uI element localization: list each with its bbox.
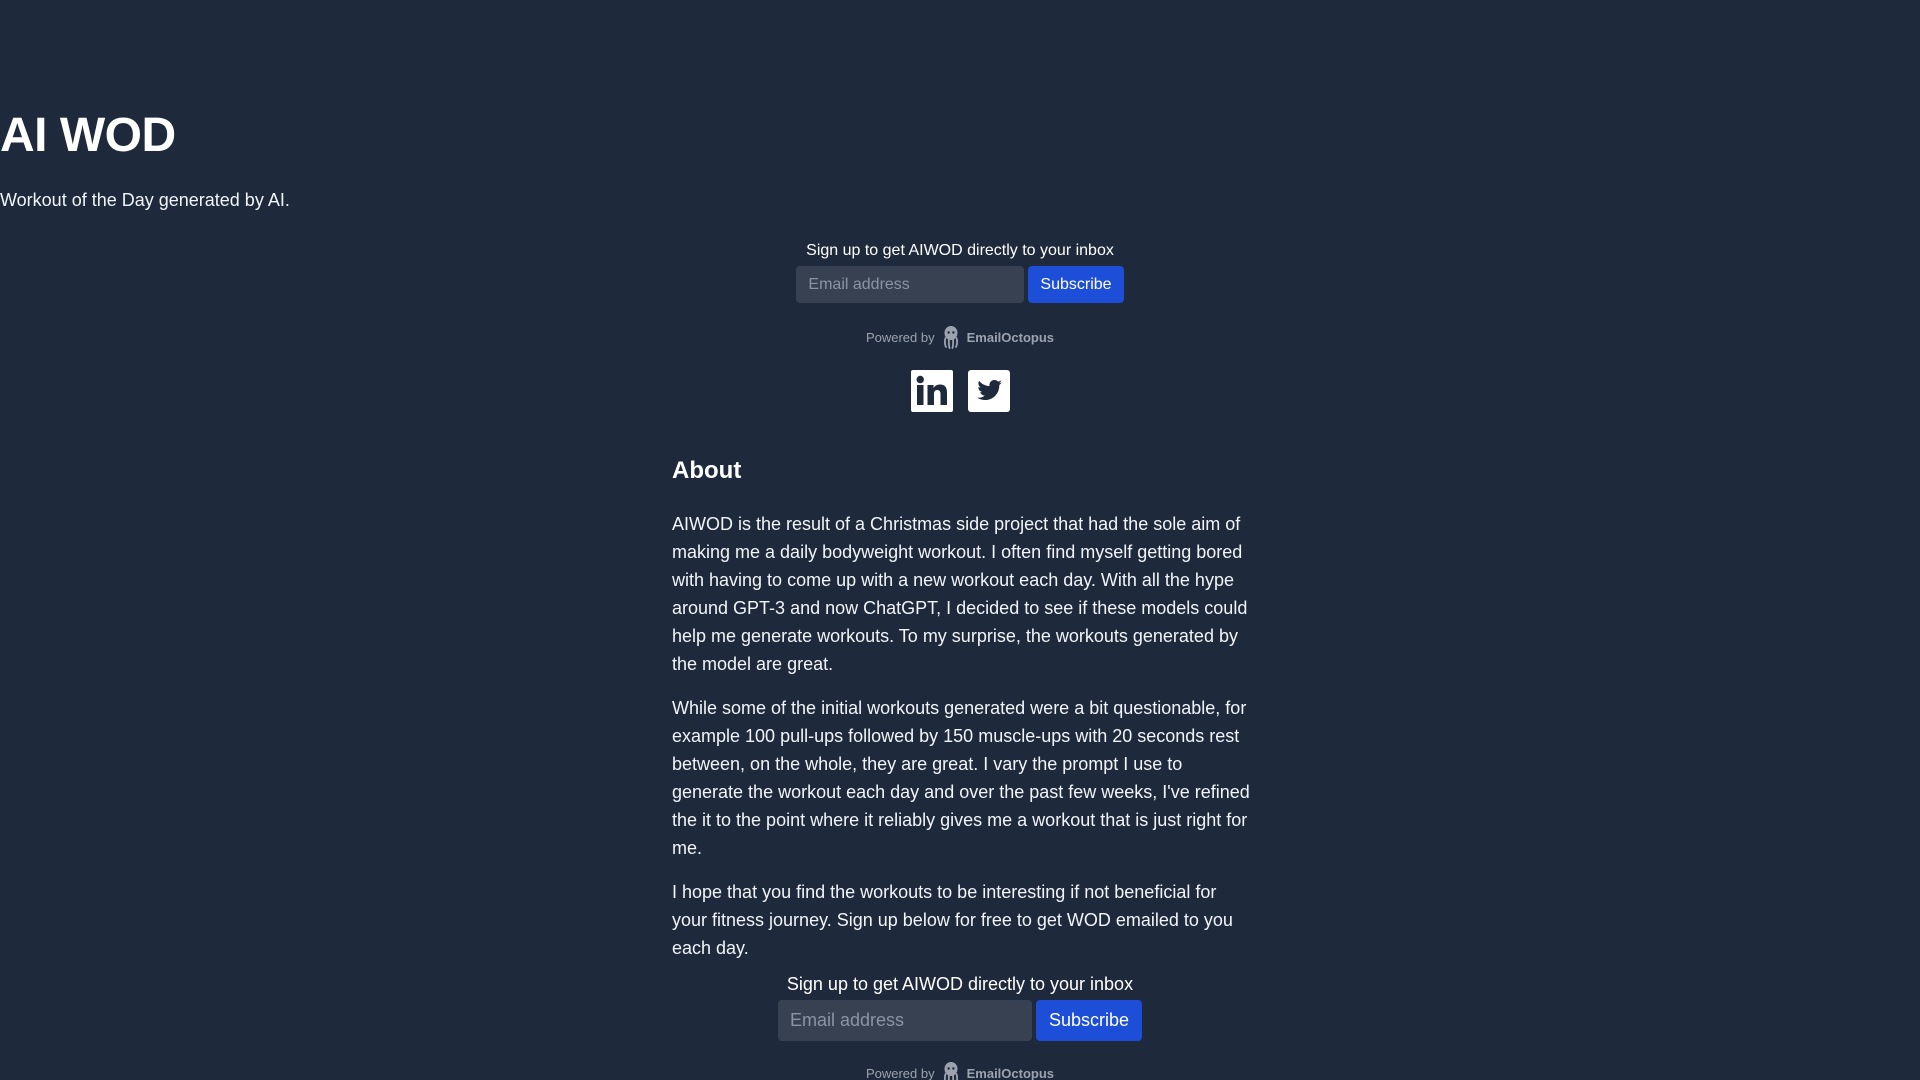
subscribe-button[interactable]: Subscribe bbox=[1035, 1000, 1143, 1041]
about-heading: About bbox=[672, 457, 742, 484]
subscribe-button[interactable]: Subscribe bbox=[1028, 266, 1124, 303]
signup-row: Subscribe bbox=[0, 1000, 1920, 1041]
provider-name: EmailOctopus bbox=[966, 1065, 1055, 1080]
about-paragraph: AIWOD is the result of a Christmas side … bbox=[672, 514, 1248, 674]
powered-by-label: Powered by bbox=[865, 1065, 935, 1080]
signup-label: Sign up to get AIWOD directly to your in… bbox=[786, 974, 1134, 994]
signup-form-bottom: Sign up to get AIWOD directly to your in… bbox=[0, 972, 1920, 1080]
signup-label: Sign up to get AIWOD directly to your in… bbox=[806, 242, 1114, 259]
page-title: AI WOD bbox=[0, 109, 176, 162]
page: AI WOD Workout of the Day generated by A… bbox=[0, 0, 1920, 1080]
about-paragraph: While some of the initial workouts gener… bbox=[672, 698, 1250, 858]
powered-by-label: Powered by bbox=[865, 329, 935, 345]
signup-form-top: Sign up to get AIWOD directly to your in… bbox=[0, 240, 1920, 349]
powered-by[interactable]: Powered by EmailOctopus bbox=[0, 325, 1920, 349]
octopus-icon bbox=[943, 326, 958, 349]
twitter-link[interactable] bbox=[967, 370, 1010, 412]
provider-name: EmailOctopus bbox=[966, 329, 1055, 345]
page-tagline: Workout of the Day generated by AI. bbox=[0, 190, 290, 210]
twitter-icon bbox=[967, 370, 1010, 412]
email-field[interactable] bbox=[796, 266, 1025, 303]
linkedin-icon bbox=[910, 370, 953, 412]
email-field[interactable] bbox=[777, 1000, 1032, 1041]
about-section: About AIWOD is the result of a Christmas… bbox=[672, 450, 1252, 978]
about-paragraph: I hope that you find the workouts to be … bbox=[672, 882, 1233, 958]
social-links bbox=[0, 370, 1920, 412]
powered-by[interactable]: Powered by EmailOctopus bbox=[0, 1061, 1920, 1080]
linkedin-link[interactable] bbox=[910, 370, 953, 412]
octopus-icon bbox=[943, 1062, 958, 1080]
signup-row: Subscribe bbox=[0, 266, 1920, 303]
